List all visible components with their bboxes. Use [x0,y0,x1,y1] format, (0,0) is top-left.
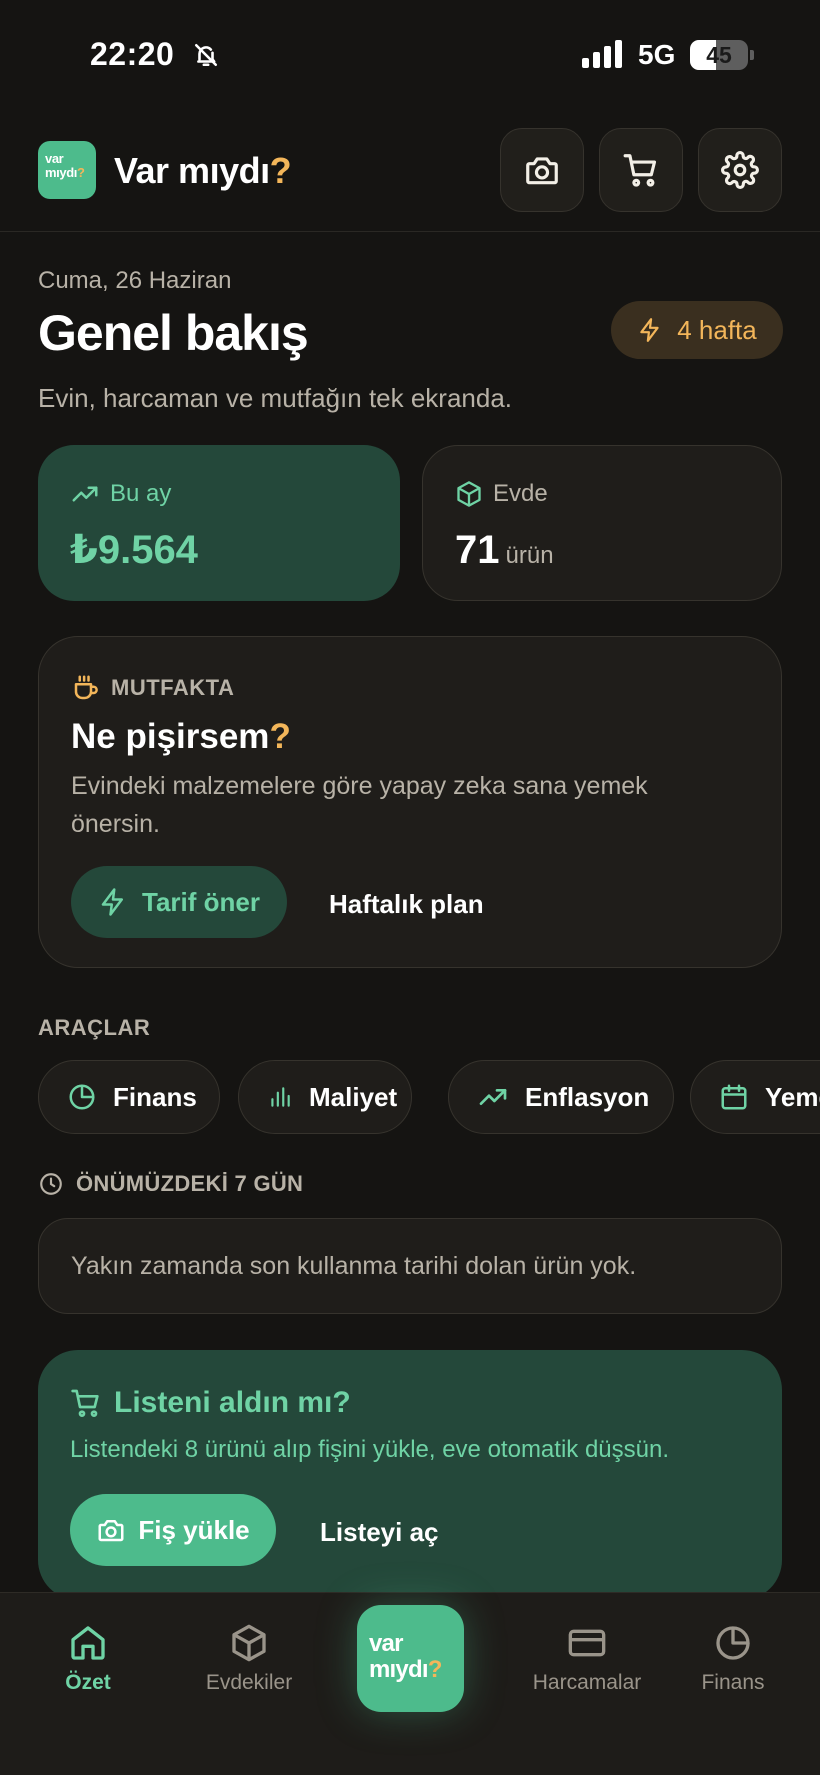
tool-chip-label: Enflasyon [525,1081,650,1112]
camera-icon [98,1520,124,1542]
pie-chart-icon [716,1626,750,1660]
shopping-list-title: Listeni aldın mı? [114,1386,351,1419]
coffee-cup-icon [74,675,98,700]
lightning-icon [101,888,123,916]
status-bar: 22:20 5G 45 [0,0,820,110]
nav-item-label: Evdekiler [205,1671,293,1694]
trending-up-icon [72,486,98,502]
lightning-icon [640,318,659,342]
tool-chip-enflasyon[interactable]: Enflasyon [448,1060,674,1134]
cart-icon [71,1389,99,1417]
tools-heading: ARAÇLAR [38,1015,151,1040]
suggest-recipe-label: Tarif öner [142,886,260,917]
nav-center-line-2: mıydı [369,1656,428,1683]
home-icon [71,1626,105,1660]
monthly-spend-label: Bu ay [110,480,172,507]
app-title-question-mark: ? [269,150,292,191]
bottom-navigation: Özet Evdekiler var mıydı? Harcamalar Fin… [0,1592,820,1775]
nav-item-finans[interactable]: Finans [658,1623,808,1695]
tool-chip-label: Maliyet [309,1081,398,1112]
nav-item-label: Harcamalar [532,1671,642,1694]
nav-center-line-1: var [369,1630,403,1657]
tool-chip-label: Finans [113,1081,197,1112]
suggest-recipe-button[interactable]: Tarif öner [71,866,287,938]
kitchen-description: Evindeki malzemelere göre yapay zeka san… [71,772,648,838]
kitchen-card: MUTFAKTA Ne pişirsem? Evindeki malzemele… [38,636,782,968]
home-items-unit: ürün [505,542,554,569]
nav-center-question-mark: ? [427,1656,443,1683]
home-items-count: 71 [455,528,500,572]
calendar-icon [721,1084,747,1110]
cellular-signal-icon [582,40,624,68]
cart-icon [623,154,657,187]
nav-item-evdekiler[interactable]: Evdekiler [174,1623,324,1695]
upload-receipt-button[interactable]: Fiş yükle [70,1494,276,1566]
kitchen-eyebrow: MUTFAKTA [111,675,235,700]
credit-card-icon [568,1629,606,1657]
status-time: 22:20 [90,36,175,72]
open-list-link[interactable]: Listeyi aç [320,1517,439,1548]
battery-icon: 45 [690,40,748,70]
nav-center-scan-button[interactable]: var mıydı? [357,1605,464,1712]
upcoming-heading: ÖNÜMÜZDEKİ 7 GÜN [76,1171,304,1196]
shopping-list-card: Listeni aldın mı? Listendeki 8 ürünü alı… [38,1350,782,1600]
nav-item-label: Finans [701,1671,765,1694]
settings-button[interactable] [698,128,782,212]
bar-chart-icon [271,1087,290,1107]
upload-receipt-label: Fiş yükle [138,1514,250,1545]
home-items-card[interactable]: Evde 71 ürün [422,445,782,601]
logo-line-1: var [45,151,64,166]
tool-chip-finans[interactable]: Finans [38,1060,220,1134]
app-title: Var mıydı? [114,150,292,191]
clock-icon [40,1173,62,1195]
week-streak-label: 4 hafta [677,314,757,345]
week-streak-badge[interactable]: 4 hafta [611,301,783,359]
home-items-label: Evde [493,480,548,507]
page-subtitle: Evin, harcaman ve mutfağın tek ekranda. [38,383,513,413]
battery-tip [750,50,754,60]
box-icon [232,1624,266,1662]
tools-chip-row[interactable]: Finans Maliyet Enflasyon Yemek [38,1060,820,1134]
bell-muted-icon [193,42,219,68]
trending-up-icon [479,1089,507,1105]
camera-icon [526,157,558,185]
weekly-plan-link[interactable]: Haftalık plan [329,889,484,920]
nav-item-ozet[interactable]: Özet [13,1623,163,1695]
cart-button[interactable] [599,128,683,212]
nav-item-label: Özet [65,1671,111,1694]
upcoming-empty-message: Yakın zamanda son kullanma tarihi dolan … [71,1251,637,1280]
battery-level: 45 [706,42,732,68]
monthly-spend-card[interactable]: Bu ay ₺9.564 [38,445,400,601]
logo-question-mark: ? [76,165,85,180]
camera-button[interactable] [500,128,584,212]
upcoming-expiry-box: Yakın zamanda son kullanma tarihi dolan … [38,1218,782,1314]
monthly-spend-value: ₺9.564 [70,528,198,572]
gear-icon [721,151,759,189]
nav-item-harcamalar[interactable]: Harcamalar [512,1623,662,1695]
package-icon [457,481,481,507]
shopping-list-description: Listendeki 8 ürünü alıp fişini yükle, ev… [70,1436,670,1463]
tool-chip-label: Yemek [765,1081,820,1112]
kitchen-title: Ne pişirsem? [71,717,291,756]
logo-line-2: mıydı [45,165,77,180]
network-type: 5G [638,39,676,70]
app-logo: var mıydı? [38,141,96,199]
pie-chart-icon [69,1084,95,1110]
tool-chip-yemek[interactable]: Yemek [690,1060,820,1134]
tool-chip-maliyet[interactable]: Maliyet [238,1060,412,1134]
page-title: Genel bakış [38,305,309,361]
app-header: var mıydı? Var mıydı? [0,110,820,232]
current-date: Cuma, 26 Haziran [38,267,232,294]
kitchen-title-question-mark: ? [269,717,291,756]
